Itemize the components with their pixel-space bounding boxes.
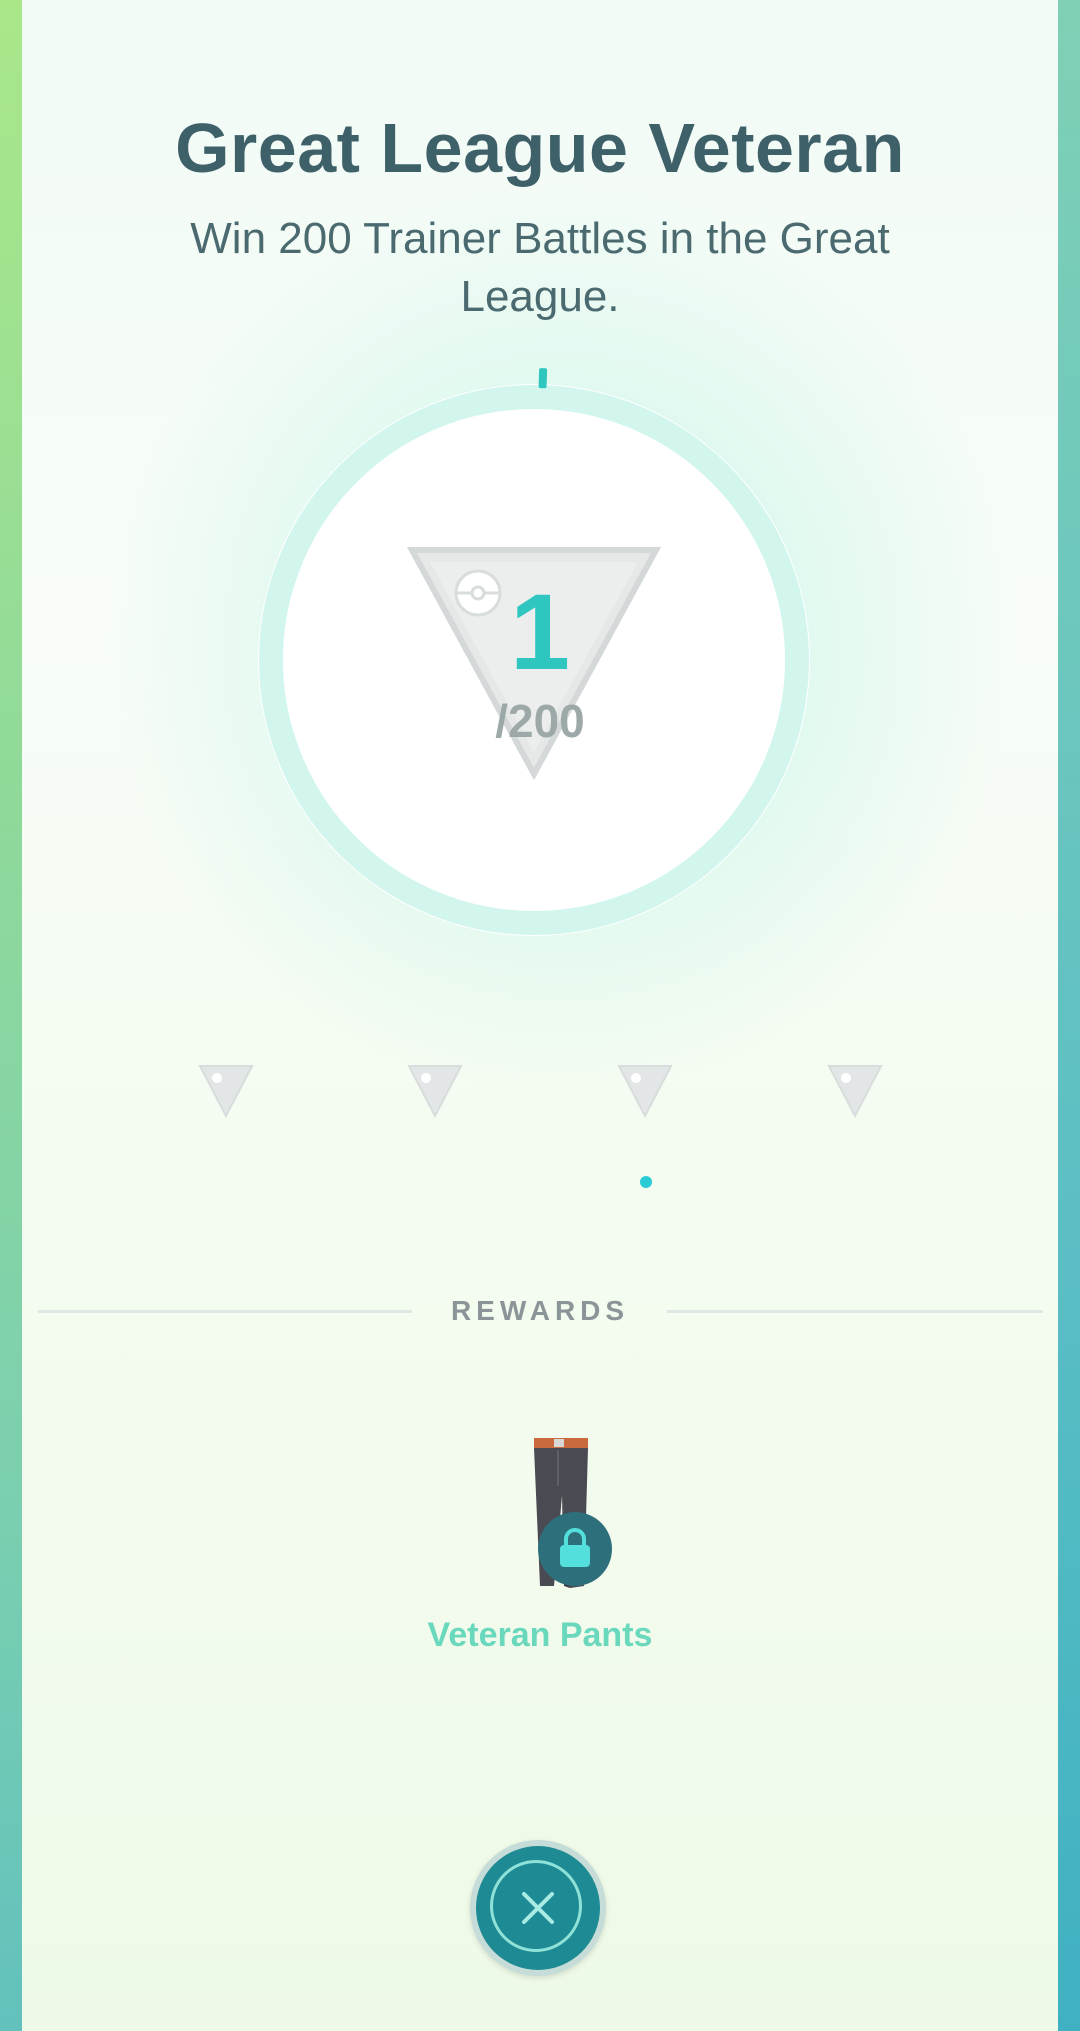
tier-2-icon[interactable] <box>405 1062 465 1120</box>
lock-icon <box>560 1528 590 1567</box>
medal-detail-panel: Great League Veteran Win 200 Trainer Bat… <box>22 0 1058 2031</box>
medal-title: Great League Veteran <box>175 109 905 187</box>
close-icon <box>522 1892 554 1924</box>
rewards-heading: REWARDS <box>450 1295 630 1326</box>
tier-3-icon[interactable] <box>615 1062 675 1120</box>
close-button-face <box>476 1846 600 1970</box>
reward-name: Veteran Pants <box>427 1616 653 1654</box>
lock-badge <box>538 1512 612 1586</box>
tier-4-icon[interactable] <box>825 1062 885 1120</box>
progress-tick <box>538 368 548 389</box>
close-button[interactable] <box>470 1840 606 1976</box>
progress-current: 1 <box>509 571 571 692</box>
page-indicator-dot <box>640 1176 652 1188</box>
right-edge-strip <box>1058 0 1080 2031</box>
tier-1-icon[interactable] <box>196 1062 256 1120</box>
progress-total: /200 <box>495 695 585 747</box>
medal-description: Win 200 Trainer Battles in the Great Lea… <box>190 214 890 321</box>
